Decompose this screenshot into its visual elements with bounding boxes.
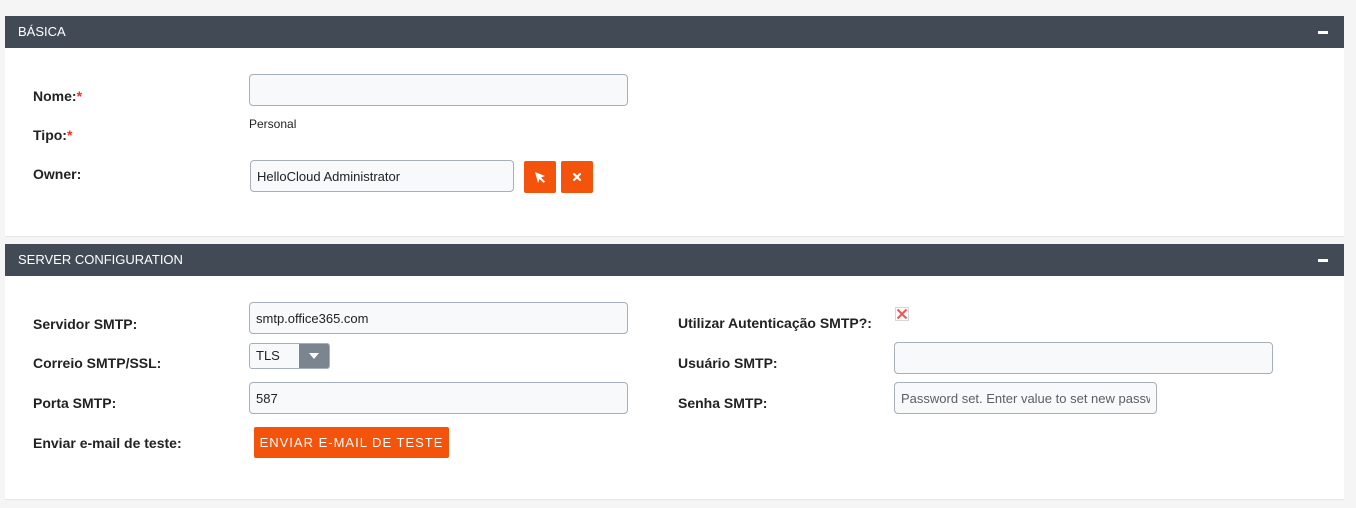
required-marker: * <box>76 88 83 104</box>
smtp-password-label: Senha SMTP: <box>678 395 768 411</box>
ssl-select-value: TLS <box>256 348 280 363</box>
cursor-select-icon <box>535 172 545 183</box>
select-owner-button[interactable] <box>524 161 556 193</box>
nome-label-text: Nome: <box>33 88 77 104</box>
server-panel-header[interactable]: SERVER CONFIGURATION <box>5 244 1344 276</box>
smtp-user-label: Usuário SMTP: <box>678 355 778 371</box>
basic-panel-header[interactable]: BÁSICA <box>5 16 1344 48</box>
smtp-password-input[interactable] <box>894 382 1157 414</box>
tipo-label: Tipo:* <box>33 127 72 143</box>
send-test-email-button[interactable]: ENVIAR E-MAIL DE TESTE <box>254 427 449 458</box>
nome-label: Nome:* <box>33 88 82 104</box>
test-email-label: Enviar e-mail de teste: <box>33 435 182 451</box>
owner-label: Owner: <box>33 166 82 182</box>
required-marker: * <box>66 127 73 143</box>
smtp-server-input[interactable] <box>249 302 628 334</box>
minus-icon[interactable] <box>1318 31 1328 34</box>
checkbox-x-icon[interactable] <box>895 307 909 321</box>
ssl-select[interactable]: TLS <box>249 343 330 369</box>
caret-down-icon <box>299 344 329 368</box>
ssl-label: Correio SMTP/SSL: <box>33 355 162 371</box>
smtp-user-input[interactable] <box>894 342 1273 374</box>
basic-panel-title: BÁSICA <box>18 24 66 39</box>
owner-input[interactable] <box>250 160 514 192</box>
port-input[interactable] <box>249 382 628 414</box>
smtp-server-label: Servidor SMTP: <box>33 316 138 332</box>
basic-panel-body <box>5 48 1344 237</box>
tipo-label-text: Tipo: <box>33 127 67 143</box>
smtp-auth-label: Utilizar Autenticação SMTP?: <box>678 315 872 331</box>
tipo-value: Personal <box>249 117 297 131</box>
nome-input[interactable] <box>249 74 628 106</box>
minus-icon[interactable] <box>1318 259 1328 262</box>
port-label: Porta SMTP: <box>33 395 117 411</box>
close-icon <box>572 172 582 182</box>
server-panel-title: SERVER CONFIGURATION <box>18 252 183 267</box>
clear-owner-button[interactable] <box>561 161 593 193</box>
